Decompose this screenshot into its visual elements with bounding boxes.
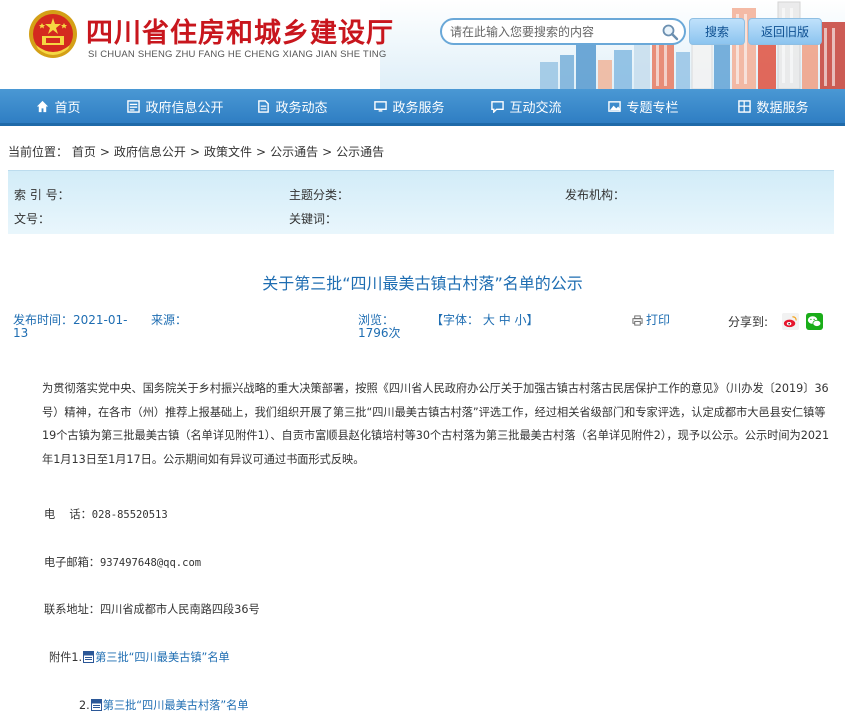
search-box [440, 18, 686, 45]
article-paragraph: 为贯彻落实党中央、国务院关于乡村振兴战略的重大决策部署，按照《四川省人民政府办公… [42, 382, 830, 466]
monitor-icon [374, 100, 388, 112]
nav-item-label: 政务服务 [392, 100, 445, 116]
breadcrumb: 当前位置： 首页 > 政府信息公开 > 政策文件 > 公示通告 > 公示通告 [0, 126, 845, 170]
grid-icon [738, 99, 752, 113]
image-icon [608, 100, 622, 112]
source-label: 来源： [151, 313, 188, 327]
address-label: 联系地址： [44, 603, 100, 616]
breadcrumb-item-notices[interactable]: 公示通告 [270, 145, 318, 159]
breadcrumb-item-notices-current[interactable]: 公示通告 [336, 145, 384, 159]
breadcrumb-prefix: 当前位置： [8, 145, 69, 159]
attachment-2: 2. 第三批“四川最美古村落”名单 [79, 697, 249, 713]
nav-item-special-topics[interactable]: 专题专栏 [585, 89, 702, 123]
site-title-pinyin: SI CHUAN SHENG ZHU FANG HE CHENG XIANG J… [88, 49, 387, 60]
font-size-control: 【字体： 大 中 小】 [431, 314, 539, 327]
nav-item-interaction[interactable]: 互动交流 [468, 89, 585, 123]
contact-phone: 电 话：028-85520513 [44, 506, 168, 522]
attachment-1-link[interactable]: 第三批“四川最美古镇”名单 [95, 649, 230, 665]
article-body: 为贯彻落实党中央、国务院关于乡村振兴战略的重大决策部署，按照《四川省人民政府办公… [42, 377, 832, 471]
contact-address: 联系地址：四川省成都市人民南路四段36号 [44, 601, 260, 617]
list-icon [127, 99, 141, 113]
site-header: 四川省住房和城乡建设厅 SI CHUAN SHENG ZHU FANG HE C… [0, 0, 845, 89]
meta-index-no: 索 引 号： [14, 188, 70, 202]
share-label: 分享到: [728, 315, 769, 329]
national-emblem-logo [29, 10, 77, 58]
document-icon [258, 99, 270, 113]
font-size-small-button[interactable]: 小 [515, 313, 527, 327]
article-title: 关于第三批“四川最美古镇古村落”名单的公示 [262, 274, 583, 293]
breadcrumb-separator: > [322, 145, 333, 159]
breadcrumb-item-home[interactable]: 首页 [72, 145, 96, 159]
word-doc-icon [90, 699, 102, 711]
nav-item-label: 数据服务 [756, 100, 809, 116]
breadcrumb-item-policy-docs[interactable]: 政策文件 [204, 145, 252, 159]
font-size-label: 【字体： [431, 313, 480, 327]
meta-keywords: 关键词： [289, 212, 338, 226]
print-icon [632, 315, 643, 326]
font-size-bracket-close: 】 [526, 313, 539, 327]
main-nav: 首页 政府信息公开 政务动态 政务服务 互动交流 专题专栏 数据服务 [0, 89, 845, 126]
nav-item-label: 互动交流 [509, 100, 562, 116]
view-count-value: 1796次 [358, 326, 401, 340]
wechat-share-icon[interactable] [806, 313, 823, 330]
nav-item-gov-service[interactable]: 政务服务 [351, 89, 468, 123]
article-info-row: 发布时间：2021-01- 13 来源： 浏览： 1796次 【字体： 大 中 … [0, 312, 845, 342]
publish-date-line-2: 13 [13, 326, 29, 340]
attachment-2-prefix: 2. [79, 698, 90, 712]
publish-date: 发布时间：2021-01- 13 [13, 314, 127, 340]
meta-topic: 主题分类： [289, 188, 350, 202]
nav-item-gov-news[interactable]: 政务动态 [234, 89, 351, 123]
attachment-1-prefix: 附件1. [49, 651, 83, 664]
nav-item-label: 政府信息公开 [145, 100, 224, 116]
nav-item-home[interactable]: 首页 [0, 89, 117, 123]
search-icon[interactable] [661, 23, 679, 41]
search-input[interactable] [450, 23, 660, 41]
nav-item-data-service[interactable]: 数据服务 [702, 89, 845, 123]
old-version-button[interactable]: 返回旧版 [748, 18, 822, 45]
weibo-share-icon[interactable] [782, 313, 799, 330]
print-label: 打印 [646, 313, 671, 327]
breadcrumb-item-gov-info[interactable]: 政府信息公开 [114, 145, 186, 159]
font-size-large-button[interactable]: 大 [483, 313, 495, 327]
home-icon [37, 100, 49, 112]
email-value: 937497648@qq.com [99, 557, 202, 569]
nav-item-gov-info[interactable]: 政府信息公开 [117, 89, 234, 123]
breadcrumb-separator: > [189, 145, 200, 159]
print-button[interactable]: 打印 [632, 314, 670, 327]
breadcrumb-separator: > [256, 145, 267, 159]
meta-doc-no: 文号： [14, 212, 51, 226]
chat-icon [491, 100, 505, 113]
search-button[interactable]: 搜索 [689, 18, 745, 45]
phone-value: 028-85520513 [91, 509, 168, 521]
view-count: 浏览： 1796次 [358, 314, 401, 340]
email-label: 电子邮箱： [44, 556, 100, 569]
word-doc-icon [83, 651, 95, 663]
nav-item-label: 首页 [54, 100, 81, 116]
meta-publisher: 发布机构： [565, 188, 626, 202]
document-meta-panel: 索 引 号： 主题分类： 发布机构： 文号： 关键词： [8, 170, 834, 234]
font-size-medium-button[interactable]: 中 [499, 313, 511, 327]
publish-date-line-1: 发布时间：2021-01- [13, 313, 128, 327]
attachment-1: 附件1. 第三批“四川最美古镇”名单 [49, 649, 230, 665]
address-value: 四川省成都市人民南路四段36号 [99, 603, 260, 616]
nav-item-label: 专题专栏 [626, 100, 679, 116]
phone-label: 电 话： [44, 508, 92, 521]
attachment-2-link[interactable]: 第三批“四川最美古村落”名单 [103, 697, 249, 713]
breadcrumb-separator: > [99, 145, 110, 159]
nav-item-label: 政务动态 [275, 100, 328, 116]
site-title: 四川省住房和城乡建设厅 [86, 18, 394, 49]
contact-email: 电子邮箱：937497648@qq.com [44, 554, 201, 570]
